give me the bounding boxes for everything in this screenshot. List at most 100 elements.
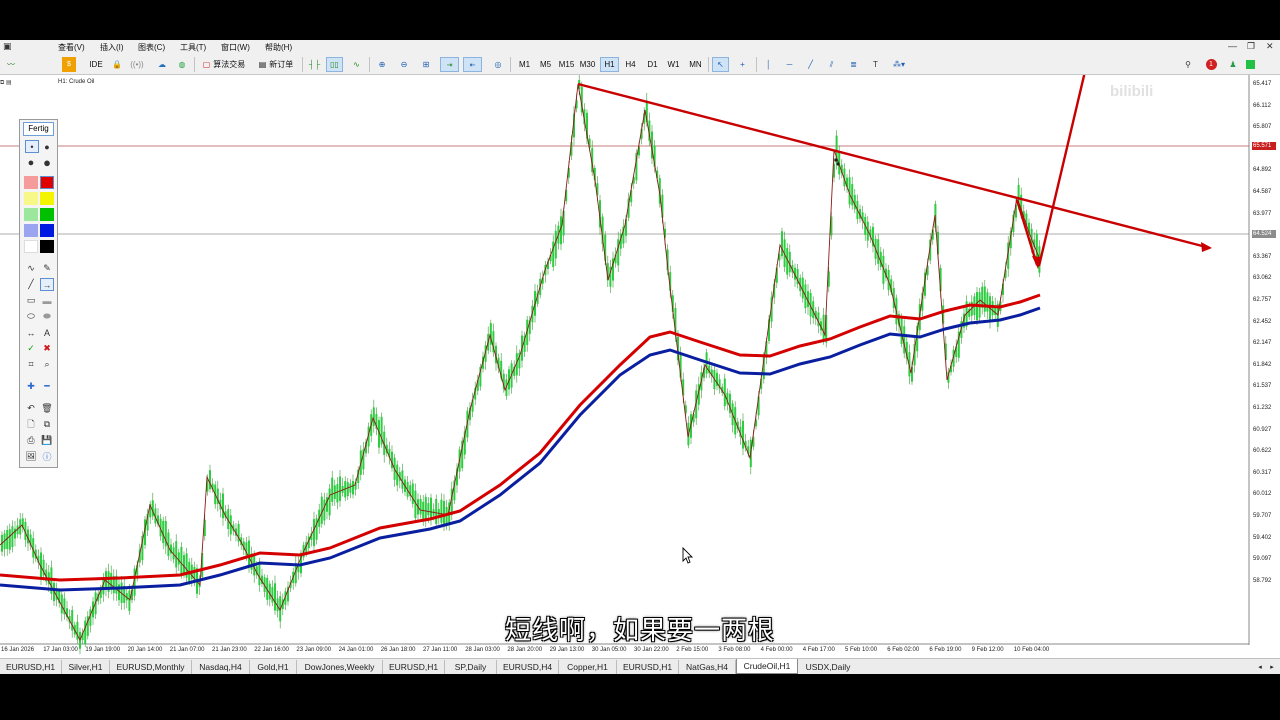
timeframe-h4[interactable]: H4 [621,57,640,72]
cursor-icon[interactable]: ↖ [712,57,729,72]
color-lightblue-swatch[interactable] [24,224,38,237]
color-yellow-swatch[interactable] [40,192,54,205]
menu-charts[interactable]: 图表(C) [138,42,165,53]
medium-dot-tool[interactable]: ● [40,140,54,153]
color-lightgreen-swatch[interactable] [24,208,38,221]
fibonacci-icon[interactable]: ≣ [845,57,862,72]
fertig-button[interactable]: Fertig [23,122,54,136]
search-icon[interactable]: ⚲ [1180,57,1196,72]
tab-eurusd-monthly[interactable]: EURUSD,Monthly [110,660,192,674]
small-dot-tool[interactable]: • [25,140,39,153]
zoom-out-icon[interactable]: ⊖ [396,57,412,72]
double-arrow-tool-icon[interactable]: ↔ [24,326,38,339]
menu-help[interactable]: 帮助(H) [265,42,292,53]
timeframe-mn[interactable]: MN [686,57,705,72]
tab-eurusd-h1[interactable]: EURUSD,H1 [0,660,62,674]
color-red-swatch[interactable] [40,176,54,189]
chart-shift-icon[interactable]: ⇤ [463,57,482,72]
new-file-icon[interactable]: 🗋 [24,418,38,431]
menu-view[interactable]: 查看(V) [58,42,85,53]
freehand-tool-icon[interactable]: ∿ [24,262,38,275]
tab-dowjones-weekly[interactable]: DowJones,Weekly [297,660,383,674]
globe-icon[interactable]: ◍ [175,57,189,72]
algo-trading-button[interactable]: ▢ 算法交易 [198,57,250,72]
zoom-in-icon[interactable]: ⊕ [374,57,390,72]
autoscroll-icon[interactable]: ⇥ [440,57,459,72]
pen-tool-icon[interactable]: ✎ [40,262,54,275]
text-tool-icon[interactable]: A [40,326,54,339]
tab-usdx-daily[interactable]: USDX,Daily [798,660,858,674]
timeframe-m5[interactable]: M5 [536,57,555,72]
info-icon[interactable]: ⓘ [40,450,54,463]
script-icon[interactable]: $ [62,57,76,72]
tabs-scroll-right-icon[interactable]: ▸ [1266,660,1278,674]
minimize-icon[interactable]: — [1228,41,1237,51]
tab-copper-h1[interactable]: Copper,H1 [559,660,617,674]
screenshot-icon[interactable]: ◎ [490,57,506,72]
tab-silver-h1[interactable]: Silver,H1 [62,660,110,674]
crop-tool-icon[interactable]: ⌗ [24,358,38,371]
channel-icon[interactable]: ⫽ [823,57,840,72]
magnifier-tool-icon[interactable]: ⌕ [40,358,54,371]
timeframe-m1[interactable]: M1 [515,57,534,72]
window-icon[interactable]: ▣ [3,41,12,52]
color-blue-swatch[interactable] [40,224,54,237]
tab-eurusd-h1-c[interactable]: EURUSD,H1 [617,660,679,674]
color-white-swatch[interactable] [24,240,38,253]
crosshair-icon[interactable]: + [734,57,751,72]
bar-chart-icon[interactable]: ┤├ [306,57,323,72]
print-icon[interactable]: ⎙ [24,434,38,447]
tab-nasdaq-h4[interactable]: Nasdaq,H4 [192,660,250,674]
tab-gold-h1[interactable]: Gold,H1 [250,660,297,674]
menu-window[interactable]: 窗口(W) [221,42,250,53]
xl-dot-tool[interactable]: ● [40,155,54,170]
tab-eurusd-h1-b[interactable]: EURUSD,H1 [383,660,445,674]
new-order-button[interactable]: ▤ 新订单 [254,57,298,72]
chart-canvas[interactable] [0,75,1280,658]
timeframe-m30[interactable]: M30 [578,57,597,72]
tab-crudeoil-h1[interactable]: CrudeOil,H1 [736,659,798,674]
menu-insert[interactable]: 插入(I) [100,42,124,53]
remove-icon[interactable]: ━ [40,380,54,393]
trendline-icon[interactable]: ╱ [802,57,819,72]
cloud-icon[interactable]: ☁ [155,57,169,72]
ide-button[interactable]: IDE [86,57,106,72]
color-lightyellow-swatch[interactable] [24,192,38,205]
line-chart-icon[interactable]: ∿ [348,57,365,72]
add-icon[interactable]: ✚ [24,380,38,393]
tab-eurusd-h4[interactable]: EURUSD,H4 [497,660,559,674]
tab-natgas-h4[interactable]: NatGas,H4 [679,660,736,674]
rectangle-tool-icon[interactable]: ▭ [24,294,38,307]
undo-icon[interactable]: ↶ [24,402,38,415]
filled-ellipse-tool-icon[interactable]: ⬬ [40,310,54,323]
timeframe-m15[interactable]: M15 [557,57,576,72]
check-tool-icon[interactable]: ✓ [24,342,38,355]
copy-icon[interactable]: ⧉ [40,418,54,431]
image-icon[interactable]: 🖼 [24,450,38,463]
grid-icon[interactable]: ⊞ [418,57,434,72]
close-icon[interactable]: ✕ [1266,41,1274,52]
cross-tool-icon[interactable]: ✖ [40,342,54,355]
restore-icon[interactable]: ❐ [1247,41,1255,52]
account-icon[interactable]: ♟ [1226,57,1240,72]
text-icon[interactable]: T [867,57,884,72]
shapes-icon[interactable]: ⁂▾ [888,57,910,72]
candle-chart-icon[interactable]: ▯▯ [326,57,343,72]
timeframe-h1[interactable]: H1 [600,57,619,72]
tabs-scroll-left-icon[interactable]: ◂ [1254,660,1266,674]
arrow-tool-icon[interactable]: → [40,278,54,291]
line-tool-icon[interactable]: ╱ [24,278,38,291]
horizontal-line-icon[interactable]: ─ [781,57,798,72]
timeframe-d1[interactable]: D1 [643,57,662,72]
color-pink-swatch[interactable] [24,176,38,189]
lock-icon[interactable]: 🔒 [110,57,124,72]
color-black-swatch[interactable] [40,240,54,253]
timeframe-w1[interactable]: W1 [664,57,683,72]
chart-line-icon[interactable]: 〰 [4,57,18,72]
large-dot-tool[interactable]: ● [24,156,38,169]
menu-tools[interactable]: 工具(T) [180,42,206,53]
vertical-line-icon[interactable]: │ [760,57,777,72]
ellipse-tool-icon[interactable]: ⬭ [24,310,38,323]
signal-icon[interactable]: ((•)) [130,57,144,72]
filled-rectangle-tool-icon[interactable]: ▬ [40,294,54,307]
